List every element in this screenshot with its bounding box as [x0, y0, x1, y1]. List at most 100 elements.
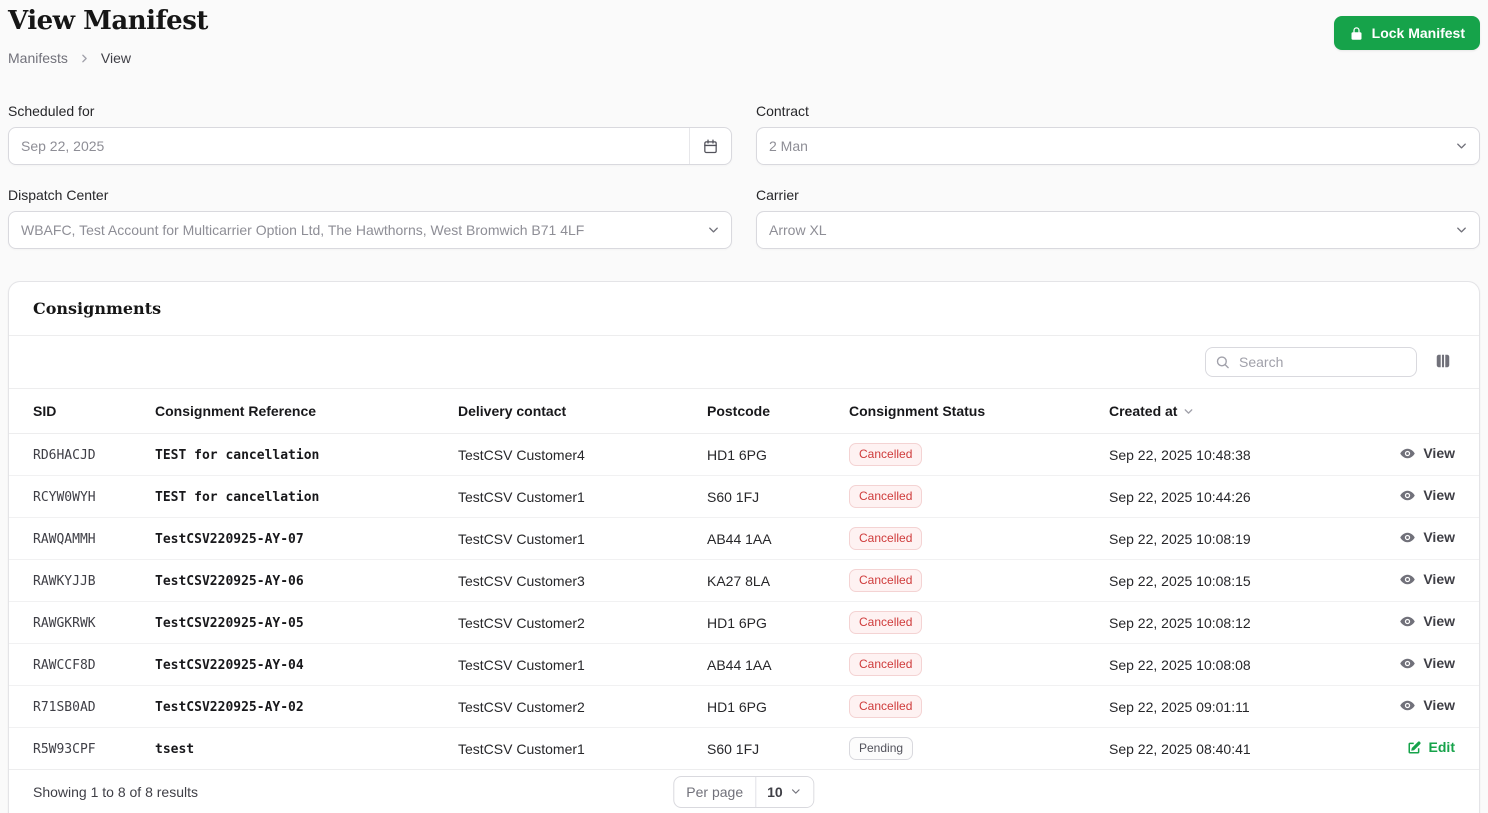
breadcrumb-view: View [100, 50, 132, 67]
column-header-status[interactable]: Consignment Status [849, 388, 1109, 435]
field-scheduled-for: Scheduled for Sep 22, 2025 [8, 103, 732, 166]
row-action-link[interactable]: View [1399, 487, 1455, 504]
table-row: RCYW0WYH TEST for cancellation TestCSV C… [9, 475, 1479, 519]
consignment-reference: TestCSV220925-AY-04 [155, 658, 304, 674]
row-action-link[interactable]: Edit [1407, 739, 1455, 755]
postcode: HD1 6PG [707, 614, 767, 631]
delivery-contact: TestCSV Customer2 [458, 614, 585, 631]
consignment-reference: TestCSV220925-AY-06 [155, 574, 304, 590]
lock-icon [1349, 26, 1364, 41]
status-badge: Cancelled [849, 653, 923, 677]
page: View Manifest Manifests View Lock Manife… [0, 0, 1488, 813]
status-badge: Cancelled [849, 695, 923, 719]
chevron-down-icon [1454, 139, 1469, 154]
consignment-reference: TestCSV220925-AY-07 [155, 532, 304, 548]
chevron-right-icon [78, 52, 91, 65]
created-at: Sep 22, 2025 10:08:08 [1109, 656, 1251, 673]
scheduled-for-input[interactable]: Sep 22, 2025 [8, 127, 732, 166]
eye-icon [1399, 571, 1416, 588]
row-action-label: View [1423, 613, 1455, 630]
row-action-label: View [1423, 445, 1455, 462]
table-row: RAWKYJJB TestCSV220925-AY-06 TestCSV Cus… [9, 559, 1479, 603]
created-at: Sep 22, 2025 10:08:15 [1109, 572, 1251, 589]
carrier-select[interactable]: Arrow XL [756, 211, 1480, 250]
per-page-select[interactable]: 10 [755, 776, 814, 807]
results-summary: Showing 1 to 8 of 8 results [33, 783, 198, 800]
table-footer: Showing 1 to 8 of 8 results Per page 10 [9, 769, 1479, 813]
toggle-columns-button[interactable] [1431, 349, 1455, 376]
consignments-card: Consignments SID [8, 281, 1480, 813]
status-badge: Cancelled [849, 443, 923, 467]
row-action-label: View [1423, 697, 1455, 714]
status-badge: Cancelled [849, 527, 923, 551]
contract-value: 2 Man [769, 138, 808, 155]
row-action-link[interactable]: View [1399, 613, 1455, 630]
column-header-reference[interactable]: Consignment Reference [155, 388, 458, 435]
chevron-down-icon [706, 223, 721, 238]
eye-icon [1399, 529, 1416, 546]
postcode: HD1 6PG [707, 698, 767, 715]
consignment-reference: tsest [155, 742, 195, 758]
eye-icon [1399, 613, 1416, 630]
column-header-sid[interactable]: SID [9, 388, 155, 435]
status-badge: Cancelled [849, 569, 923, 593]
row-action-label: Edit [1428, 739, 1455, 756]
field-carrier: Carrier Arrow XL [756, 187, 1480, 250]
sid-value: RAWKYJJB [33, 574, 96, 590]
scheduled-for-value: Sep 22, 2025 [21, 138, 105, 155]
table-row: R5W93CPF tsest TestCSV Customer1 S60 1FJ… [9, 728, 1479, 770]
row-action-link[interactable]: View [1399, 445, 1455, 462]
per-page-control: Per page 10 [673, 775, 815, 808]
row-action-link[interactable]: View [1399, 571, 1455, 588]
contract-select[interactable]: 2 Man [756, 127, 1480, 166]
lock-manifest-button[interactable]: Lock Manifest [1333, 16, 1480, 50]
carrier-label: Carrier [756, 187, 799, 204]
manifest-form: Scheduled for Sep 22, 2025 Contract 2 Ma… [8, 103, 1480, 250]
search-wrapper [1205, 347, 1417, 378]
eye-icon [1399, 697, 1416, 714]
delivery-contact: TestCSV Customer3 [458, 572, 585, 589]
column-header-contact[interactable]: Delivery contact [458, 388, 707, 435]
sid-value: RAWCCF8D [33, 658, 96, 674]
page-title: View Manifest [8, 6, 208, 36]
title-block: View Manifest Manifests View [8, 6, 208, 66]
breadcrumb-manifests[interactable]: Manifests [8, 50, 68, 66]
search-input[interactable] [1205, 347, 1417, 378]
consignment-reference: TestCSV220925-AY-05 [155, 616, 304, 632]
field-contract: Contract 2 Man [756, 103, 1480, 166]
dispatch-center-select[interactable]: WBAFC, Test Account for Multicarrier Opt… [8, 211, 732, 250]
status-badge: Cancelled [849, 485, 923, 509]
dispatch-center-label: Dispatch Center [8, 187, 109, 204]
postcode: KA27 8LA [707, 572, 771, 589]
table-row: RAWGKRWK TestCSV220925-AY-05 TestCSV Cus… [9, 601, 1479, 645]
calendar-icon[interactable] [689, 128, 731, 165]
sid-value: RD6HACJD [33, 448, 96, 464]
created-at: Sep 22, 2025 08:40:41 [1109, 740, 1251, 757]
column-header-actions [1357, 388, 1479, 435]
column-header-postcode[interactable]: Postcode [707, 388, 849, 435]
sid-value: R5W93CPF [33, 742, 96, 758]
sid-value: R71SB0AD [33, 700, 96, 716]
column-header-created-at[interactable]: Created at [1109, 388, 1357, 435]
chevron-down-icon [1454, 223, 1469, 238]
delivery-contact: TestCSV Customer1 [458, 740, 585, 757]
created-at: Sep 22, 2025 10:08:19 [1109, 530, 1251, 547]
created-at: Sep 22, 2025 09:01:11 [1109, 698, 1250, 715]
sid-value: RAWGKRWK [33, 616, 96, 632]
consignment-reference: TEST for cancellation [155, 448, 320, 464]
card-header: Consignments [9, 282, 1479, 337]
row-action-link[interactable]: View [1399, 529, 1455, 546]
table-row: RD6HACJD TEST for cancellation TestCSV C… [9, 433, 1479, 477]
card-title: Consignments [33, 299, 162, 319]
postcode: AB44 1AA [707, 530, 772, 547]
search-icon [1215, 355, 1230, 370]
delivery-contact: TestCSV Customer1 [458, 530, 585, 547]
scheduled-for-label: Scheduled for [8, 103, 95, 120]
row-action-link[interactable]: View [1399, 655, 1455, 672]
delivery-contact: TestCSV Customer1 [458, 656, 585, 673]
table-row: RAWCCF8D TestCSV220925-AY-04 TestCSV Cus… [9, 643, 1479, 687]
row-action-link[interactable]: View [1399, 697, 1455, 714]
field-dispatch-center: Dispatch Center WBAFC, Test Account for … [8, 187, 732, 250]
row-action-label: View [1423, 487, 1455, 504]
lock-manifest-label: Lock Manifest [1371, 25, 1465, 41]
